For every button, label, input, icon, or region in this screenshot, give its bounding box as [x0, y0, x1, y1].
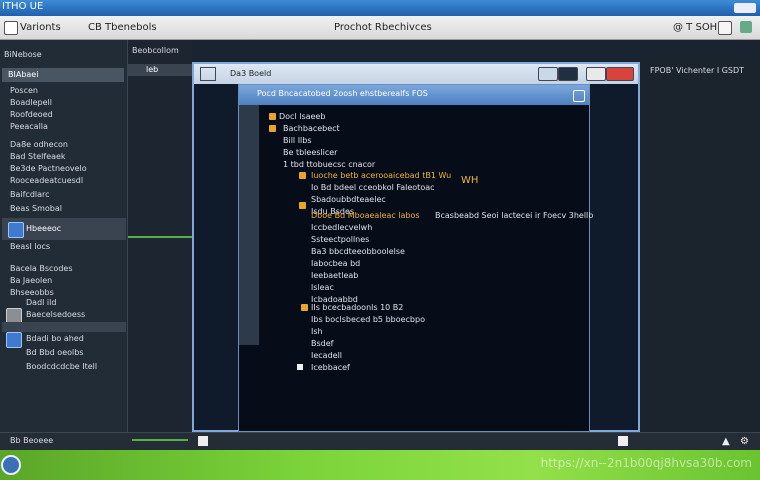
title-bar: ITHO UE [0, 0, 760, 16]
tree-item[interactable]: Io Bd bdeel cceobkol Faleotoac [311, 183, 435, 192]
center-column: Beobcollom leb [128, 40, 192, 432]
square-icon[interactable] [718, 21, 732, 35]
tree-item[interactable]: Iecadell [311, 351, 342, 360]
list-item[interactable]: Bhseeobbs [10, 288, 54, 297]
status-icon [618, 436, 628, 446]
window-icon [200, 67, 216, 81]
list-item[interactable]: Dadl ild [26, 298, 56, 307]
status-icon[interactable] [740, 21, 752, 33]
section-label-2[interactable]: BeasI locs [10, 242, 50, 251]
list-item[interactable]: Roofdeoed [10, 110, 53, 119]
tree-item[interactable]: Iabocbea bd [311, 259, 360, 268]
app-icon [6, 332, 22, 348]
tree-item[interactable]: Ieebaetleab [311, 271, 358, 280]
close-icon[interactable] [573, 90, 585, 102]
list-item[interactable]: Rooceadeatcuesdl [10, 176, 83, 185]
status-bar: Bb Beoeee ▲ ⚙ [0, 432, 760, 450]
tree-item[interactable]: Sbadoubbdteaelec [311, 195, 386, 204]
tree-item[interactable]: Docl lsaeeb [279, 112, 325, 121]
back-icon[interactable] [4, 21, 18, 35]
tree-item-highlighted[interactable]: Iuoche betb acerooaicebad tB1 Wu [311, 171, 451, 180]
inner-scrollbar[interactable] [239, 105, 259, 345]
tree-item[interactable]: Iccbedlecvelwh [311, 223, 372, 232]
tree-item[interactable]: Bachbacebect [283, 124, 340, 133]
inner-window: Pocd Bncacatobed 2oosh ehstberealfs FOS … [238, 84, 594, 432]
list-item[interactable]: Baecelsedoess [26, 310, 85, 319]
menu-title: Prochot Rbechivces [334, 22, 432, 33]
tree-item[interactable]: lsleac [311, 283, 334, 292]
tree-item[interactable]: Bill Ilbs [283, 136, 312, 145]
start-button[interactable] [1, 455, 21, 475]
window-control-icon[interactable] [734, 3, 756, 13]
status-text: Bb Beoeee [10, 436, 54, 445]
left-panel-header: BiNebose [4, 50, 42, 59]
list-item[interactable]: Poscen [10, 86, 38, 95]
tree-item-highlighted[interactable]: Dboe Bd Mboaealeac labos [311, 211, 420, 220]
app-title: ITHO UE [2, 1, 44, 12]
list-item[interactable]: Baifcdlarc [10, 190, 50, 199]
maximize-button[interactable] [558, 67, 578, 81]
tree-item[interactable]: Ssteectpollnes [311, 235, 369, 244]
left-panel-highlight [2, 322, 126, 332]
list-item[interactable]: Ba Jaeolen [10, 276, 52, 285]
list-item[interactable]: Bad Stelfeaek [10, 152, 66, 161]
tree-note: WH [461, 175, 479, 186]
list-item[interactable]: Peeacalla [10, 122, 48, 131]
folder-icon [299, 172, 306, 179]
center-selected[interactable]: leb [128, 64, 192, 76]
list-item[interactable]: Beas Smobal [10, 204, 62, 213]
watermark-url: https://xn--2n1b00qj8hvsa30b.com [540, 456, 752, 470]
folder-icon [299, 202, 306, 209]
minimize-button[interactable] [538, 67, 558, 81]
close-button[interactable] [606, 67, 634, 81]
list-item[interactable]: Bdadi bo ahed [26, 334, 84, 343]
left-panel-section[interactable]: Hbeeeoc [2, 218, 126, 240]
left-panel: BiNebose BIAbaei Poscen Boadlepell Roofd… [0, 40, 128, 432]
folder-icon [269, 113, 276, 120]
tree-item[interactable]: 1 tbd ttobuecsc cnacor [283, 160, 375, 169]
list-item[interactable]: Boadlepell [10, 98, 52, 107]
status-icon [198, 436, 208, 446]
up-icon[interactable]: ▲ [722, 436, 730, 447]
settings-icon[interactable]: ⚙ [740, 436, 749, 447]
tree-item[interactable]: Ba3 bbcdteeobboolelse [311, 247, 405, 256]
left-panel-selected-label: BIAbaei [8, 70, 39, 79]
right-panel: FPOB' Vichenter I GSDT [640, 60, 760, 432]
folder-icon [301, 304, 308, 311]
menu-bar: Varionts CB Tbenebols Prochot Rbechivces… [0, 16, 760, 40]
tree-note: Bcasbeabd Seoi lactecei ir Foecv 3hellb [435, 211, 594, 220]
tree-item[interactable]: Ish [311, 327, 323, 336]
inner-window-title: Pocd Bncacatobed 2oosh ehstberealfs FOS [257, 89, 428, 98]
list-item[interactable]: Be3de Pactneovelo [10, 164, 87, 173]
center-header: Beobcollom [132, 46, 179, 55]
list-item[interactable]: Boodcdcdcbe Itell [26, 362, 97, 371]
outer-window-header: Da3 Boeld [194, 64, 638, 84]
status-progress [132, 439, 188, 441]
center-indicator [128, 236, 192, 238]
left-panel-selected[interactable]: BIAbaei [2, 68, 124, 82]
file-icon [297, 364, 303, 370]
restore-button[interactable] [586, 67, 606, 81]
tree-item[interactable]: Icebbacef [311, 363, 350, 372]
folder-icon [269, 125, 276, 132]
outer-window-title: Da3 Boeld [230, 69, 272, 78]
menu-item-variants[interactable]: Varionts [20, 22, 61, 33]
list-item[interactable]: Bd Bbd oeolbs [26, 348, 83, 357]
taskbar: https://xn--2n1b00qj8hvsa30b.com [0, 450, 760, 480]
tree-item[interactable]: Ibs boclsbeced b5 bboecbpo [311, 315, 425, 324]
menu-item-right[interactable]: @ T SOH [673, 22, 717, 33]
tree-item[interactable]: Bsdef [311, 339, 333, 348]
section-label: Hbeeeoc [26, 224, 62, 233]
folder-icon [8, 222, 24, 238]
tree-item[interactable]: IIs bcecbadoonls 10 B2 [311, 303, 403, 312]
tree-item[interactable]: Be tbleeslicer [283, 148, 337, 157]
right-panel-label: FPOB' Vichenter I GSDT [650, 66, 745, 75]
inner-window-header: Pocd Bncacatobed 2oosh ehstberealfs FOS [239, 85, 589, 105]
menu-item-tbenebols[interactable]: CB Tbenebols [88, 22, 157, 33]
center-cell: leb [146, 65, 159, 74]
list-item[interactable]: Da8e odhecon [10, 140, 68, 149]
list-item[interactable]: Bacela Bscodes [10, 264, 73, 273]
